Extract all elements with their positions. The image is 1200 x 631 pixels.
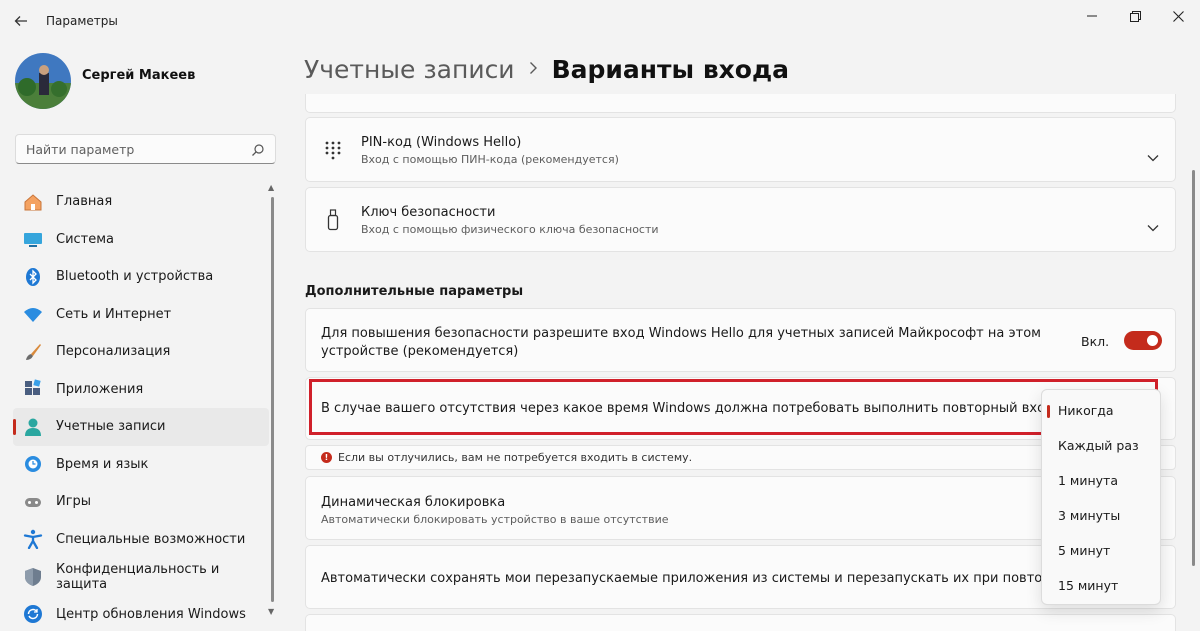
pin-option-title: PIN-код (Windows Hello)	[361, 135, 522, 150]
breadcrumb: Учетные записи Варианты входа	[304, 55, 789, 84]
page-title: Варианты входа	[551, 55, 790, 84]
chevron-down-icon[interactable]	[1147, 217, 1159, 232]
sidebar-item-label: Сеть и Интернет	[56, 306, 172, 322]
sidebar-item-accounts[interactable]: Учетные записи	[13, 408, 269, 446]
pin-keypad-icon	[324, 140, 342, 164]
additional-settings-heading: Дополнительные параметры	[305, 284, 524, 299]
sidebar-item-label: Bluetooth и устройства	[56, 269, 214, 285]
search-box[interactable]	[15, 134, 276, 164]
system-icon	[23, 229, 43, 249]
sidebar-nav: Главная Система Bluetooth и устройства С…	[13, 183, 269, 631]
search-icon[interactable]	[251, 142, 265, 156]
sidebar-item-home[interactable]: Главная	[13, 183, 269, 221]
avatar[interactable]	[15, 53, 71, 109]
info-text: Если вы отлучились, вам не потребуется в…	[338, 451, 693, 464]
apps-icon	[23, 379, 43, 399]
sidebar-item-label: Игры	[56, 494, 92, 510]
settings-card-partial	[305, 614, 1176, 631]
sidebar-item-label: Приложения	[56, 381, 144, 397]
profile-block	[15, 53, 71, 109]
sidebar-item-accessibility[interactable]: Специальные возможности	[13, 521, 269, 559]
search-input[interactable]	[16, 135, 236, 163]
title-bar: Параметры	[0, 0, 1200, 44]
sidebar-item-gaming[interactable]: Игры	[13, 483, 269, 521]
dropdown-option[interactable]: Никогда	[1042, 393, 1160, 428]
user-name: Сергей Макеев	[82, 68, 196, 83]
gamepad-icon	[23, 492, 43, 512]
back-arrow-icon[interactable]	[10, 10, 32, 32]
sidebar-item-label: Персонализация	[56, 344, 171, 360]
dropdown-option[interactable]: 3 минуты	[1042, 498, 1160, 533]
update-icon	[23, 604, 43, 624]
dropdown-option[interactable]: Каждый раз	[1042, 428, 1160, 463]
sidebar-item-windows-update[interactable]: Центр обновления Windows	[13, 596, 269, 631]
bluetooth-icon	[23, 267, 43, 287]
home-icon	[23, 192, 43, 212]
sidebar-item-system[interactable]: Система	[13, 221, 269, 259]
minimize-button[interactable]	[1072, 4, 1112, 28]
sidebar-item-personalization[interactable]: Персонализация	[13, 333, 269, 371]
restart-apps-text: Автоматически сохранять мои перезапускае…	[321, 571, 1122, 586]
chevron-down-icon[interactable]	[1147, 147, 1159, 162]
dynamic-lock-title: Динамическая блокировка	[321, 495, 506, 510]
signin-timeout-dropdown[interactable]: Никогда Каждый раз 1 минута 3 минуты 5 м…	[1041, 389, 1161, 605]
breadcrumb-parent[interactable]: Учетные записи	[304, 55, 515, 84]
sidebar-item-label: Время и язык	[56, 456, 149, 472]
toggle-state-label: Вкл.	[1081, 334, 1110, 349]
sidebar-item-label: Конфиденциальность и защита	[56, 561, 220, 592]
hello-only-card: Для повышения безопасности разрешите вхо…	[305, 308, 1176, 372]
sidebar-item-label: Специальные возможности	[56, 531, 246, 547]
settings-card-partial	[305, 94, 1176, 113]
sidebar-item-label: Учетные записи	[56, 419, 166, 435]
security-key-icon	[326, 209, 340, 235]
sidebar-item-apps[interactable]: Приложения	[13, 371, 269, 409]
dropdown-option[interactable]: 15 минут	[1042, 568, 1160, 603]
pin-option-card[interactable]: PIN-код (Windows Hello) Вход с помощью П…	[305, 117, 1176, 182]
pin-option-subtitle: Вход с помощью ПИН-кода (рекомендуется)	[361, 153, 619, 166]
dropdown-option[interactable]: 1 минута	[1042, 463, 1160, 498]
sidebar-scroll-thumb[interactable]	[271, 197, 274, 602]
sidebar-item-bluetooth[interactable]: Bluetooth и устройства	[13, 258, 269, 296]
accounts-icon	[23, 417, 43, 437]
shield-icon	[23, 567, 43, 587]
error-icon: !	[321, 452, 332, 463]
security-key-option-card[interactable]: Ключ безопасности Вход с помощью физичес…	[305, 187, 1176, 252]
sidebar-item-privacy[interactable]: Конфиденциальность и защита	[13, 558, 269, 596]
accessibility-icon	[23, 529, 43, 550]
wifi-icon	[23, 304, 43, 324]
close-button[interactable]	[1158, 4, 1198, 28]
brush-icon	[23, 342, 43, 362]
scroll-up-icon[interactable]: ▲	[268, 183, 274, 192]
app-title: Параметры	[46, 14, 118, 28]
sidebar-item-label: Главная	[56, 194, 113, 210]
hello-only-text: Для повышения безопасности разрешите вхо…	[321, 326, 1041, 359]
chevron-right-icon	[529, 60, 538, 79]
hello-only-toggle[interactable]	[1124, 331, 1162, 350]
highlight-frame	[309, 379, 1158, 435]
sidebar-item-label: Центр обновления Windows	[56, 606, 246, 622]
security-key-title: Ключ безопасности	[361, 205, 496, 220]
main-scroll-thumb[interactable]	[1192, 170, 1195, 566]
sidebar-item-time-language[interactable]: Время и язык	[13, 446, 269, 484]
sidebar-item-label: Система	[56, 231, 115, 247]
security-key-subtitle: Вход с помощью физического ключа безопас…	[361, 223, 659, 236]
dynamic-lock-subtitle: Автоматически блокировать устройство в в…	[321, 513, 669, 526]
sidebar-item-network[interactable]: Сеть и Интернет	[13, 296, 269, 334]
sidebar-scrollbar[interactable]: ▲ ▼	[268, 183, 276, 623]
main-scrollbar[interactable]	[1192, 96, 1196, 626]
dropdown-option[interactable]: 5 минут	[1042, 533, 1160, 568]
scroll-down-icon[interactable]: ▼	[268, 607, 274, 616]
time-language-icon	[23, 454, 43, 474]
restore-button[interactable]	[1115, 4, 1155, 28]
